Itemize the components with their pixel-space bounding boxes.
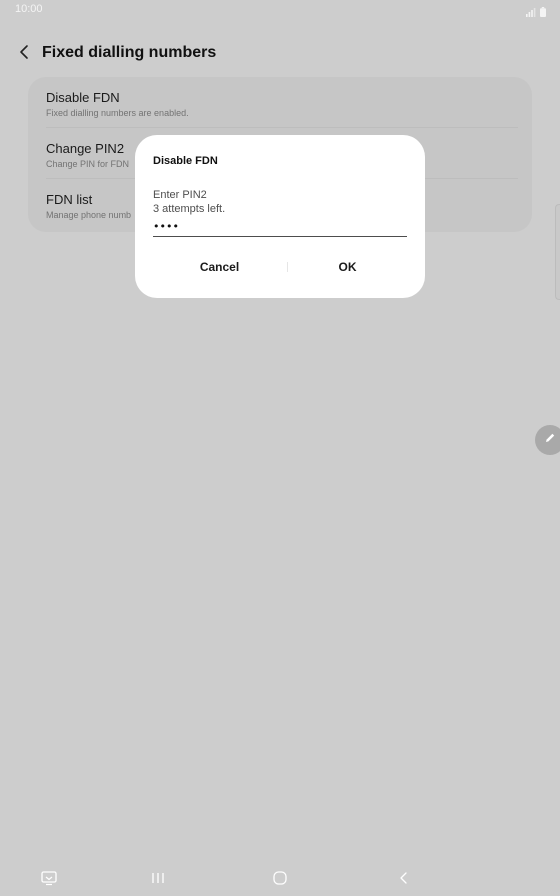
setting-subtitle: Manage phone numb	[46, 210, 132, 220]
disable-fdn-dialog: Disable FDN Enter PIN2 3 attempts left. …	[135, 135, 425, 298]
back-icon	[398, 871, 410, 890]
ok-button[interactable]: OK	[275, 253, 420, 281]
pin2-input[interactable]	[153, 217, 407, 237]
cancel-button[interactable]: Cancel	[147, 253, 292, 281]
status-time: 10:00	[15, 3, 43, 15]
setting-title: Change PIN2	[46, 141, 125, 156]
pen-icon	[543, 431, 557, 450]
signal-icon	[526, 4, 536, 22]
setting-title: Disable FDN	[46, 90, 120, 105]
back-button[interactable]	[12, 42, 36, 66]
setting-subtitle: Change PIN for FDN	[46, 159, 130, 169]
setting-subtitle: Fixed dialling numbers are enabled.	[46, 108, 189, 118]
page-title: Fixed dialling numbers	[42, 44, 217, 61]
dialog-title: Disable FDN	[153, 155, 218, 167]
setting-disable-fdn[interactable]: Disable FDN Fixed dialling numbers are e…	[28, 77, 532, 128]
dialog-prompt: Enter PIN2	[153, 189, 207, 201]
status-bar: 10:00	[0, 0, 560, 20]
floating-pen-button[interactable]	[535, 425, 560, 455]
navigation-bar	[0, 864, 560, 896]
chevron-left-icon	[17, 44, 31, 65]
battery-icon	[540, 4, 546, 22]
home-icon	[272, 870, 288, 891]
keyboard-icon	[40, 870, 58, 891]
home-button[interactable]	[268, 868, 292, 892]
app-header: Fixed dialling numbers	[0, 36, 560, 72]
nav-back-button[interactable]	[392, 868, 416, 892]
dialog-attempts: 3 attempts left.	[153, 203, 226, 215]
dialog-button-row: Cancel OK	[135, 253, 425, 281]
edge-panel-handle[interactable]	[555, 204, 560, 300]
recent-apps-icon	[150, 871, 166, 890]
keyboard-toggle-button[interactable]	[37, 868, 61, 892]
recent-apps-button[interactable]	[146, 868, 170, 892]
status-icons	[526, 4, 546, 22]
setting-title: FDN list	[46, 192, 93, 207]
